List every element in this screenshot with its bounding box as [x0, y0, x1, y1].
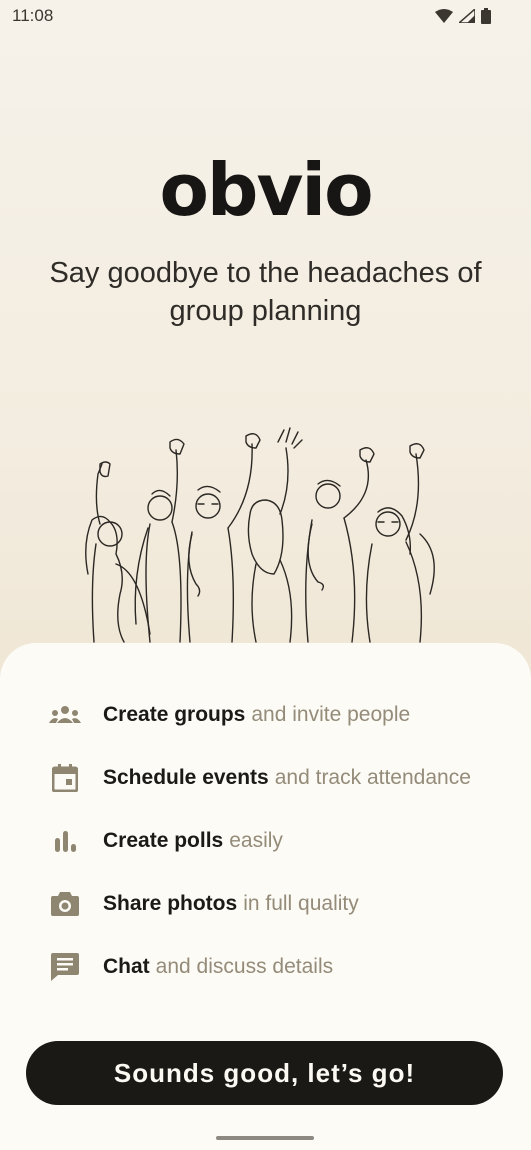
app-logo: obvio: [159, 148, 373, 232]
feature-title: Create groups: [103, 703, 246, 726]
get-started-button[interactable]: Sounds good, let’s go!: [26, 1041, 503, 1105]
status-bar: 11:08: [0, 0, 531, 32]
calendar-icon: [48, 763, 82, 793]
battery-icon: [481, 8, 491, 24]
feature-description: and track attendance: [274, 766, 471, 789]
feature-create-groups: Create groups and invite people: [48, 697, 410, 733]
feature-title: Schedule events: [103, 766, 269, 789]
feature-title: Chat: [103, 955, 150, 978]
chat-icon: [48, 952, 82, 982]
groups-icon: [48, 700, 82, 730]
feature-share-photos: Share photos in full quality: [48, 886, 359, 922]
status-time: 11:08: [12, 6, 54, 25]
feature-create-polls: Create polls easily: [48, 823, 283, 859]
app-tagline: Say goodbye to the headaches of group pl…: [49, 257, 482, 327]
feature-description: in full quality: [243, 892, 359, 915]
feature-title: Share photos: [103, 892, 238, 915]
feature-description: easily: [229, 829, 283, 852]
home-indicator[interactable]: [216, 1136, 314, 1140]
poll-icon: [48, 826, 82, 856]
camera-icon: [48, 889, 82, 919]
feature-chat: Chat and discuss details: [48, 949, 333, 985]
welcome-screen: 11:08 obvio Say goodbye to the headaches…: [0, 0, 531, 1150]
feature-description: and discuss details: [155, 955, 334, 978]
wifi-icon: [435, 9, 453, 23]
feature-description: and invite people: [251, 703, 411, 726]
group-celebration-illustration: [85, 427, 435, 643]
signal-icon: [459, 9, 475, 23]
feature-title: Create polls: [103, 829, 224, 852]
feature-schedule-events: Schedule events and track attendance: [48, 760, 471, 796]
status-icons: [435, 8, 491, 24]
